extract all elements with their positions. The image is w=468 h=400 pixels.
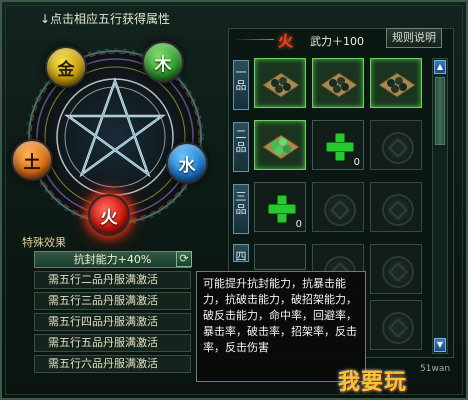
- element-water-button[interactable]: 水: [166, 142, 208, 184]
- element-earth-button[interactable]: 土: [11, 139, 53, 181]
- requirement-item: 需五行四品丹服满激活: [34, 313, 191, 331]
- locked-slot: [370, 182, 422, 232]
- pill-slot[interactable]: [370, 58, 422, 108]
- locked-slot: [370, 244, 422, 294]
- locked-slot: [370, 300, 422, 350]
- pill-pile-icon: [320, 72, 358, 98]
- pill-pile-icon: [262, 134, 300, 160]
- tier-label-3: 三品: [233, 184, 249, 234]
- special-effects-title: 特殊效果: [22, 236, 66, 249]
- pill-slot[interactable]: [312, 58, 364, 108]
- tier-label-4: 四: [233, 244, 249, 263]
- locked-slot: [370, 120, 422, 170]
- pill-pile-icon: [378, 72, 416, 98]
- element-metal-button[interactable]: 金: [45, 46, 87, 88]
- plus-icon: [326, 133, 354, 161]
- site-watermark-sub: 51wan: [420, 364, 451, 374]
- tier-label-2: 二品: [233, 122, 249, 172]
- current-element-title: 火: [278, 32, 294, 50]
- add-pill-slot[interactable]: 0: [254, 182, 306, 232]
- instruction-text: ↓点击相应五行获得属性: [40, 12, 171, 26]
- active-effect: 抗封能力+40%: [34, 251, 191, 268]
- requirements-list: 需五行二品丹服满激活 需五行三品丹服满激活 需五行四品丹服满激活 需五行五品丹服…: [34, 271, 191, 376]
- add-pill-slot[interactable]: [254, 244, 306, 270]
- pill-slot[interactable]: [254, 120, 306, 170]
- site-watermark: 我要玩: [338, 370, 408, 395]
- requirement-item: 需五行五品丹服满激活: [34, 334, 191, 352]
- requirement-item: 需五行六品丹服满激活: [34, 355, 191, 373]
- element-fire-button[interactable]: 火: [88, 194, 130, 236]
- scroll-thumb[interactable]: [435, 77, 445, 145]
- locked-slot: [312, 182, 364, 232]
- tier-label-1: 一品: [233, 60, 249, 110]
- scroll-up-button[interactable]: ▲: [434, 60, 446, 74]
- title-divider: [232, 39, 274, 40]
- scrollbar[interactable]: ▲ ▼: [432, 58, 448, 354]
- requirement-item: 需五行三品丹服满激活: [34, 292, 191, 310]
- pill-count: 0: [353, 157, 360, 168]
- scroll-down-button[interactable]: ▼: [434, 338, 446, 352]
- pill-pile-icon: [262, 72, 300, 98]
- refresh-button[interactable]: ⟳: [176, 251, 192, 267]
- pill-slot[interactable]: [254, 58, 306, 108]
- element-wood-button[interactable]: 木: [142, 41, 184, 83]
- rules-button[interactable]: 规则说明: [386, 28, 442, 48]
- five-elements-wheel: 金 木 土 水 火: [6, 26, 224, 244]
- plus-icon: [268, 195, 296, 223]
- refresh-icon: ⟳: [179, 252, 189, 265]
- pill-count: 0: [295, 219, 302, 230]
- add-pill-slot[interactable]: 0: [312, 120, 364, 170]
- stat-bonus: 武力＋100: [310, 35, 364, 48]
- requirement-item: 需五行二品丹服满激活: [34, 271, 191, 289]
